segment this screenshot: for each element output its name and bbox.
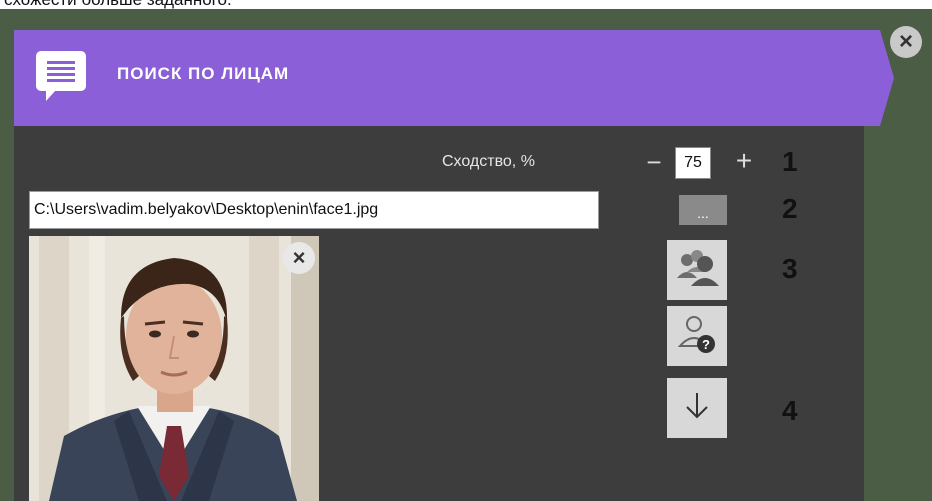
decrease-similarity-button[interactable]: − — [643, 149, 665, 175]
message-list-icon — [36, 51, 86, 105]
marker-1: 1 — [782, 146, 798, 177]
marker-2: 2 — [782, 193, 798, 224]
unknown-person-icon: ? — [675, 312, 719, 361]
marker-3: 3 — [782, 253, 798, 284]
browse-button[interactable]: ... — [679, 195, 727, 225]
face-photo — [29, 236, 319, 501]
search-persons-button[interactable] — [667, 240, 727, 300]
similarity-label: Сходство, % — [442, 153, 535, 170]
increase-similarity-button[interactable]: + — [732, 147, 756, 175]
close-icon: × — [898, 28, 913, 55]
download-button[interactable] — [667, 378, 727, 438]
unknown-person-button[interactable]: ? — [667, 306, 727, 366]
panel-title: ПОИСК ПО ЛИЦАМ — [117, 64, 290, 83]
marker-4: 4 — [782, 395, 798, 426]
close-icon: × — [292, 245, 306, 270]
remove-photo-button[interactable]: × — [283, 242, 315, 274]
face-photo-image — [29, 236, 319, 501]
arrow-down-icon — [682, 389, 712, 428]
similarity-input[interactable] — [675, 147, 711, 179]
page-caption: схожести больше заданного. — [4, 0, 232, 9]
svg-text:?: ? — [702, 337, 710, 352]
group-search-icon — [675, 248, 719, 293]
close-panel-button[interactable]: × — [890, 26, 922, 58]
file-path-input[interactable] — [29, 191, 599, 229]
